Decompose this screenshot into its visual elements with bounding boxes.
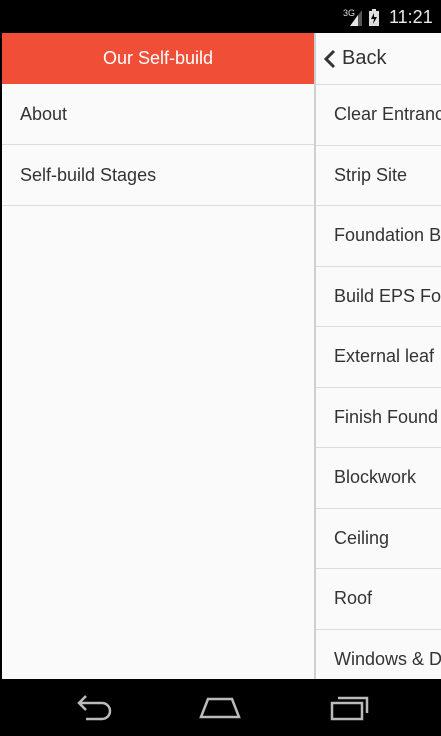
drawer-title: Our Self-build	[102, 48, 214, 68]
home-icon[interactable]	[198, 693, 242, 721]
signal-icon	[350, 10, 362, 26]
stage-label: Windows & D	[334, 648, 441, 669]
stage-label: Ceiling	[334, 527, 390, 548]
system-nav-bar	[0, 679, 441, 736]
stage-item[interactable]: Foundation B	[316, 206, 441, 267]
stages-panel: Back Clear Entrance Strip Site Foundatio…	[314, 33, 441, 679]
drawer-header: Our Self-build	[2, 33, 314, 84]
status-bar: 3G 11:21	[0, 0, 441, 33]
stage-label: Roof	[334, 588, 373, 609]
stage-label: Clear Entrance	[334, 104, 441, 125]
clock: 11:21	[389, 7, 433, 27]
stage-item[interactable]: Finish Found	[316, 388, 441, 448]
stage-label: Strip Site	[334, 164, 408, 185]
stage-label: Foundation B	[334, 225, 441, 246]
stage-label: Build EPS Fo	[334, 285, 441, 306]
stage-item[interactable]: Roof	[316, 569, 441, 630]
stage-label: Finish Found	[334, 406, 439, 427]
navigation-drawer: Our Self-build About Self-build Stages	[2, 33, 314, 679]
stage-label: Blockwork	[334, 467, 417, 488]
battery-icon	[369, 9, 379, 26]
drawer-item-about[interactable]: About	[2, 84, 314, 145]
stage-item[interactable]: Build EPS Fo	[316, 267, 441, 327]
drawer-item-label: Self-build Stages	[20, 164, 157, 185]
recent-apps-icon[interactable]	[328, 693, 370, 721]
stage-item[interactable]: Windows & D	[316, 630, 441, 680]
drawer-item-self-build-stages[interactable]: Self-build Stages	[2, 145, 314, 206]
stage-item[interactable]: External leaf	[316, 327, 441, 388]
chevron-left-icon	[324, 49, 336, 68]
stage-label: External leaf	[334, 346, 435, 367]
drawer-item-label: About	[20, 103, 68, 124]
stage-item[interactable]: Strip Site	[316, 146, 441, 206]
back-label: Back	[342, 47, 387, 69]
stage-item[interactable]: Clear Entrance	[316, 85, 441, 146]
back-icon[interactable]	[72, 693, 114, 721]
back-button[interactable]: Back	[316, 33, 441, 85]
app-screen: Our Self-build About Self-build Stages B…	[2, 33, 441, 679]
stage-item[interactable]: Ceiling	[316, 509, 441, 569]
stage-item[interactable]: Blockwork	[316, 448, 441, 509]
